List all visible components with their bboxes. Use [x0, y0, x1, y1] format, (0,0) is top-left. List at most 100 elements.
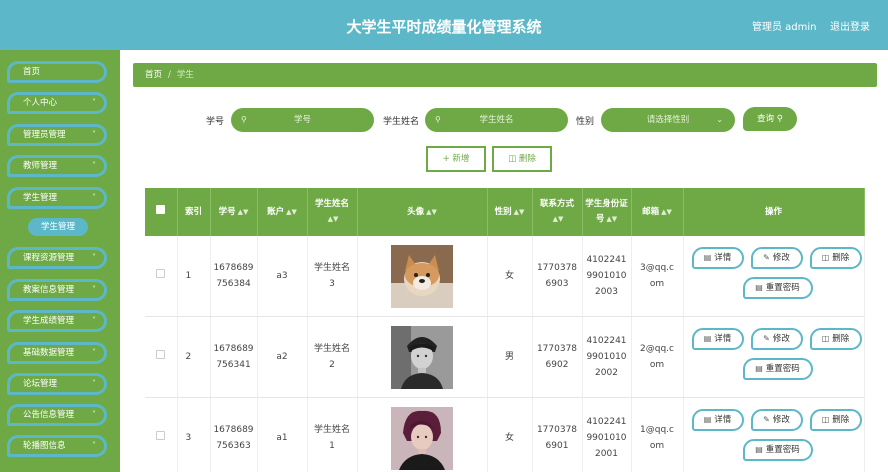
col-id-card[interactable]: 学生身份证号 ▲▼ — [582, 188, 632, 236]
sidebar-item[interactable]: 基础数据管理 ˅ — [7, 342, 107, 364]
col-phone[interactable]: 联系方式 ▲▼ — [532, 188, 583, 236]
edit-button[interactable]: ✎ 修改 — [750, 409, 803, 431]
row-delete-button[interactable]: ◫ 删除 — [809, 247, 862, 269]
reset-password-button[interactable]: ▤ 重置密码 — [742, 439, 813, 461]
name-cell: 学生姓名3 — [307, 236, 358, 317]
logout-link[interactable]: 退出登录 — [830, 18, 870, 33]
sort-icon[interactable]: ▲▼ — [426, 208, 437, 216]
edit-button[interactable]: ✎ 修改 — [750, 247, 803, 269]
plus-icon: + — [442, 154, 450, 164]
select-all-header[interactable] — [145, 188, 178, 236]
row-checkbox[interactable] — [156, 431, 166, 440]
detail-button[interactable]: ▤ 详情 — [691, 409, 744, 431]
gender-cell: 男 — [487, 316, 533, 398]
document-icon: ▤ — [755, 445, 763, 454]
ops-cell: ▤ 详情 ✎ 修改 ◫ 删除 ▤ 重置密码 — [683, 316, 865, 398]
sidebar-item[interactable]: 课程资源管理 ˅ — [7, 247, 107, 269]
student-table: 索引 学号 ▲▼ 账户 ▲▼ 学生姓名 ▲▼ 头像 ▲▼ 性别 ▲▼ 联系方式 ▲▼ 学生身… — [145, 188, 865, 472]
pencil-icon: ✎ — [763, 334, 770, 343]
row-delete-button[interactable]: ◫ 删除 — [809, 409, 862, 431]
index-cell: 2 — [177, 316, 211, 398]
id-card-cell: 410224199010102002 — [582, 316, 632, 398]
row-checkbox-cell[interactable] — [145, 316, 178, 398]
chevron-down-icon: ˅ — [92, 253, 96, 262]
sidebar-item[interactable]: 学生管理 ˅ — [7, 187, 107, 209]
sidebar-item[interactable]: 个人中心 ˅ — [7, 92, 107, 114]
student-id-input[interactable]: ⚲ 学号 — [231, 108, 374, 132]
gender-label: 性别 — [576, 117, 595, 127]
col-gender[interactable]: 性别 ▲▼ — [487, 188, 533, 236]
document-icon: ▤ — [703, 334, 712, 343]
detail-button[interactable]: ▤ 详情 — [691, 328, 744, 350]
student-id-cell: 1678689756363 — [210, 397, 258, 472]
search-icon: ⚲ — [241, 115, 247, 124]
col-name[interactable]: 学生姓名 ▲▼ — [307, 188, 358, 236]
chevron-down-icon: ˅ — [92, 410, 96, 419]
sidebar-item-label: 轮播图信息 — [23, 441, 66, 451]
phone-cell: 17703786902 — [532, 316, 583, 398]
id-card-cell: 410224199010102003 — [582, 236, 632, 317]
breadcrumb-home[interactable]: 首页 — [145, 70, 162, 80]
edit-button[interactable]: ✎ 修改 — [750, 328, 803, 350]
trash-icon: ◫ — [821, 415, 830, 424]
row-checkbox-cell[interactable] — [145, 236, 178, 317]
gender-cell: 女 — [487, 397, 533, 472]
sidebar-item[interactable]: 教师管理 ˅ — [7, 155, 107, 177]
student-id-cell: 1678689756341 — [210, 316, 258, 398]
document-icon: ▤ — [755, 364, 763, 373]
col-student-id[interactable]: 学号 ▲▼ — [210, 188, 258, 236]
reset-password-button[interactable]: ▤ 重置密码 — [742, 358, 813, 380]
row-checkbox[interactable] — [156, 269, 166, 278]
gender-select[interactable]: 请选择性别 ⌄ — [601, 108, 735, 132]
sort-icon[interactable]: ▲▼ — [553, 215, 564, 223]
add-label: 新增 — [452, 154, 470, 164]
phone-cell: 17703786901 — [532, 397, 583, 472]
document-icon: ▤ — [755, 283, 763, 292]
email-cell: 2@qq.com — [631, 316, 684, 398]
sort-icon[interactable]: ▲▼ — [514, 208, 525, 216]
ops-cell: ▤ 详情 ✎ 修改 ◫ 删除 ▤ 重置密码 — [683, 397, 865, 472]
student-name-placeholder: 学生姓名 — [479, 115, 514, 125]
sidebar-subitem-student[interactable]: 学生管理 — [28, 218, 88, 236]
sort-icon[interactable]: ▲▼ — [606, 215, 617, 223]
sidebar-item[interactable]: 管理员管理 ˅ — [7, 124, 107, 146]
index-cell: 3 — [177, 397, 211, 472]
sidebar-item[interactable]: 公告信息管理 ˅ — [7, 404, 107, 426]
reset-password-button[interactable]: ▤ 重置密码 — [742, 277, 813, 299]
sidebar-item[interactable]: 学生成绩管理 ˅ — [7, 310, 107, 332]
sort-icon[interactable]: ▲▼ — [238, 208, 249, 216]
select-all-checkbox[interactable] — [156, 204, 166, 214]
detail-button[interactable]: ▤ 详情 — [691, 247, 744, 269]
col-email[interactable]: 邮箱 ▲▼ — [631, 188, 684, 236]
row-checkbox-cell[interactable] — [145, 397, 178, 472]
query-button[interactable]: 查询 ⚲ — [743, 107, 797, 131]
chevron-down-icon: ˅ — [92, 348, 96, 357]
row-delete-button[interactable]: ◫ 删除 — [809, 328, 862, 350]
index-cell: 1 — [177, 236, 211, 317]
sidebar-item[interactable]: 轮播图信息 ˅ — [7, 435, 107, 457]
email-cell: 3@qq.com — [631, 236, 684, 317]
sort-icon[interactable]: ▲▼ — [328, 215, 339, 223]
row-checkbox[interactable] — [156, 350, 166, 359]
sidebar-item[interactable]: 论坛管理 ˅ — [7, 373, 107, 395]
avatar — [391, 406, 453, 470]
account-cell: a1 — [257, 397, 308, 472]
sort-icon[interactable]: ▲▼ — [661, 208, 672, 216]
sidebar-item-label: 基础数据管理 — [23, 348, 75, 358]
col-avatar[interactable]: 头像 ▲▼ — [357, 188, 488, 236]
sidebar-item[interactable]: 首页 — [7, 61, 107, 83]
sidebar-item-label: 论坛管理 — [23, 379, 58, 389]
add-button[interactable]: + 新增 — [426, 146, 486, 172]
id-card-cell: 410224199010102001 — [582, 397, 632, 472]
sidebar-item[interactable]: 教案信息管理 ˅ — [7, 279, 107, 301]
sidebar: 首页 个人中心 ˅ 管理员管理 ˅ 教师管理 ˅ 学生管理 ˅ 课程资源管理 ˅ 教案信息管理 ˅ 学生成… — [0, 50, 120, 472]
col-account[interactable]: 账户 ▲▼ — [257, 188, 308, 236]
avatar-cell — [357, 397, 488, 472]
name-cell: 学生姓名2 — [307, 316, 358, 398]
sort-icon[interactable]: ▲▼ — [286, 208, 297, 216]
col-ops: 操作 — [683, 188, 865, 236]
delete-button[interactable]: ◫ 删除 — [492, 146, 552, 172]
table-row: 2 1678689756341 a2 学生姓名2 男 17703786902 4102241… — [145, 316, 865, 398]
student-name-input[interactable]: ⚲ 学生姓名 — [425, 108, 568, 132]
avatar-cell — [357, 236, 488, 317]
